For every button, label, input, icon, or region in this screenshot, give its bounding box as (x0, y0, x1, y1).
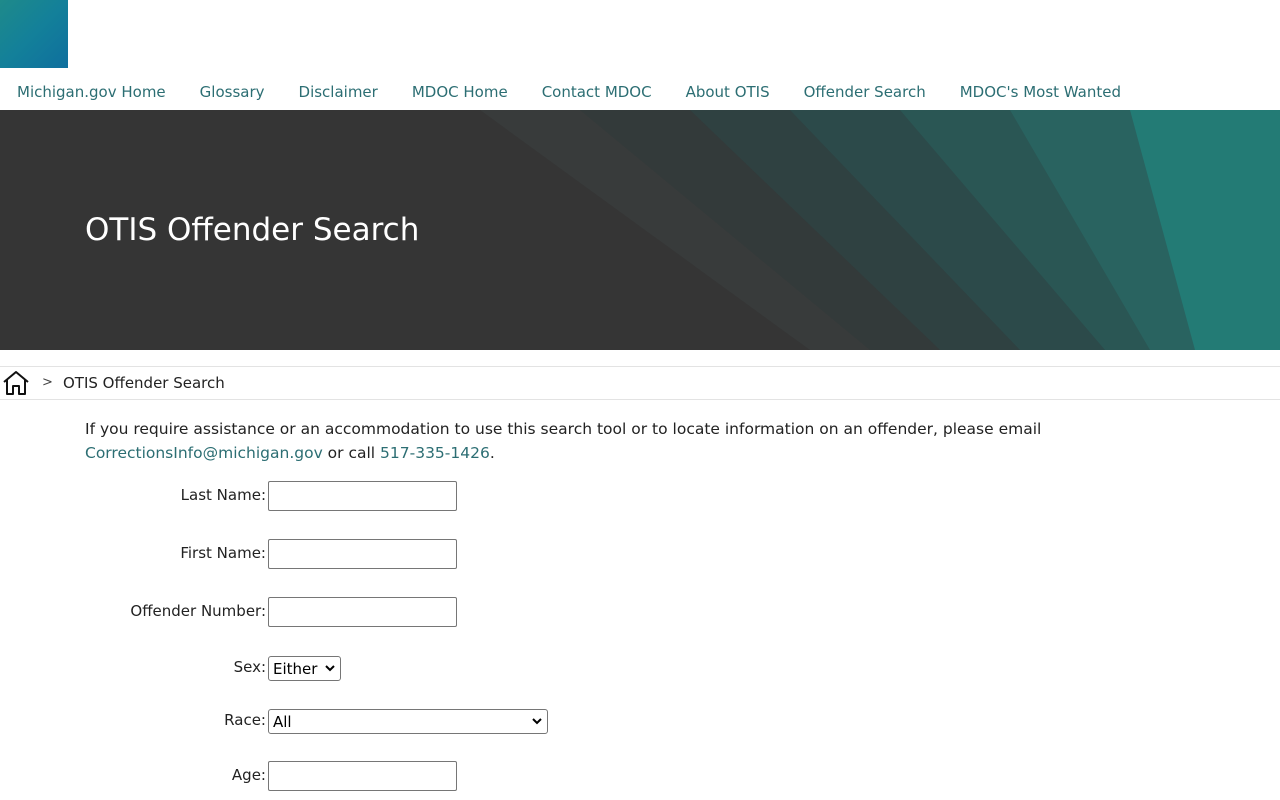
page-title: OTIS Offender Search (85, 212, 420, 248)
nav-about-otis[interactable]: About OTIS (686, 80, 770, 104)
offender-number-label: Offender Number: (130, 602, 266, 620)
sex-label: Sex: (233, 658, 266, 676)
nav-contact-mdoc[interactable]: Contact MDOC (542, 80, 652, 104)
chevron-down-icon (325, 665, 335, 672)
assistance-text-before: If you require assistance or an accommod… (85, 420, 1042, 438)
phone-link[interactable]: 517-335-1426 (380, 444, 490, 462)
breadcrumb-separator: > (42, 375, 53, 390)
offender-number-input[interactable] (268, 597, 457, 627)
assistance-text-after: . (489, 444, 495, 462)
race-selected-value: All (273, 712, 292, 731)
breadcrumb-current: OTIS Offender Search (63, 374, 225, 392)
age-label: Age: (231, 766, 266, 784)
assistance-notice: If you require assistance or an accommod… (85, 417, 1205, 465)
race-label: Race: (224, 711, 266, 729)
nav-offender-search[interactable]: Offender Search (804, 80, 926, 104)
nav-mdoc-most-wanted[interactable]: MDOC's Most Wanted (960, 80, 1121, 104)
first-name-label: First Name: (180, 544, 266, 562)
race-select[interactable]: All (268, 709, 548, 734)
breadcrumb: > OTIS Offender Search (0, 366, 1280, 400)
nav-disclaimer[interactable]: Disclaimer (299, 80, 378, 104)
chevron-down-icon (532, 718, 542, 725)
sex-selected-value: Either (273, 659, 318, 678)
nav-michigan-gov-home[interactable]: Michigan.gov Home (17, 80, 166, 104)
home-icon[interactable] (2, 370, 30, 396)
first-name-input[interactable] (268, 539, 457, 569)
last-name-input[interactable] (268, 481, 457, 511)
hero-banner: OTIS Offender Search (0, 110, 1280, 350)
assistance-text-middle: or call (322, 444, 381, 462)
michigan-logo[interactable] (0, 0, 68, 68)
sex-select[interactable]: Either (268, 656, 341, 681)
nav-mdoc-home[interactable]: MDOC Home (412, 80, 508, 104)
top-navigation: Michigan.gov Home Glossary Disclaimer MD… (0, 78, 1138, 106)
age-input[interactable] (268, 761, 457, 791)
nav-glossary[interactable]: Glossary (200, 80, 265, 104)
last-name-label: Last Name: (180, 486, 266, 504)
email-link[interactable]: CorrectionsInfo@michigan.gov (85, 444, 323, 462)
